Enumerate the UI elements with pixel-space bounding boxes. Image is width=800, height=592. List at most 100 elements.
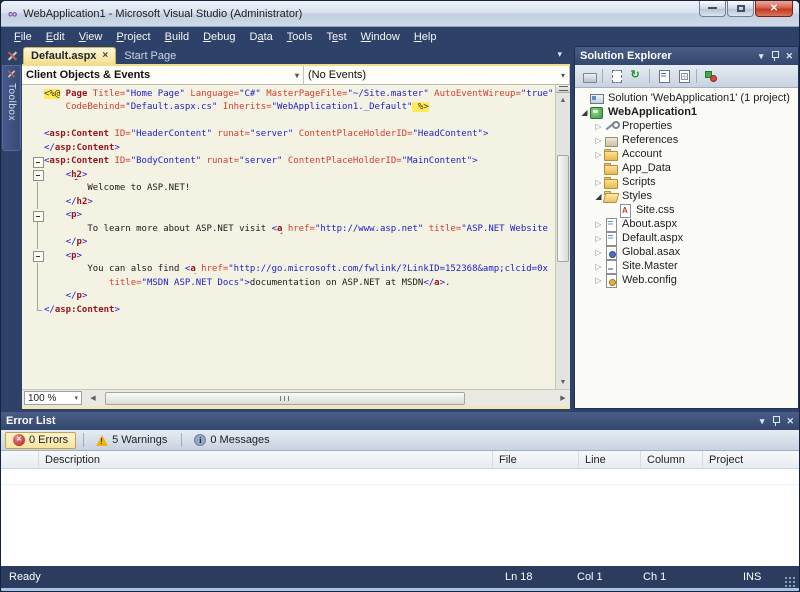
vertical-scrollbar[interactable]: ▲ ▼ bbox=[555, 85, 570, 389]
expand-arrow-icon[interactable]: ▷ bbox=[593, 150, 604, 159]
column-header-line[interactable]: Line bbox=[579, 451, 641, 468]
filter-label: 0 Errors bbox=[29, 434, 68, 446]
expand-arrow-icon[interactable]: ▷ bbox=[593, 220, 604, 229]
tree-item-solution-webapplication1-1-project[interactable]: Solution 'WebApplication1' (1 project) bbox=[575, 91, 798, 105]
close-button[interactable]: ✕ bbox=[755, 1, 793, 17]
tab-start-page[interactable]: Start Page bbox=[117, 47, 183, 64]
chevron-down-icon: ▾ bbox=[74, 394, 78, 402]
minimize-button[interactable] bbox=[699, 1, 726, 17]
column-header-desc[interactable]: Description bbox=[39, 451, 493, 468]
expand-arrow-icon[interactable]: ▷ bbox=[593, 262, 604, 271]
refresh-button[interactable] bbox=[626, 67, 646, 85]
toolbox-tab[interactable]: Toolbox bbox=[2, 65, 21, 151]
window-position-icon[interactable]: ▾ bbox=[759, 51, 764, 62]
menu-build[interactable]: Build bbox=[158, 29, 196, 45]
warnings-filter-button[interactable]: 5 Warnings bbox=[89, 432, 174, 449]
code-text: CodeBehind="Default.aspx.cs" Inherits="W… bbox=[44, 102, 429, 112]
filter-label: 5 Warnings bbox=[112, 434, 167, 446]
event-dropdown-value: (No Events) bbox=[308, 69, 366, 81]
error-list-title-bar[interactable]: Error List ▾ ✕ bbox=[1, 412, 799, 430]
close-icon[interactable]: ✕ bbox=[786, 416, 794, 427]
expand-arrow-icon[interactable]: ▷ bbox=[593, 234, 604, 243]
collapse-arrow-icon[interactable]: ◢ bbox=[593, 192, 604, 201]
messages-filter-button[interactable]: 0 Messages bbox=[187, 432, 276, 449]
code-button[interactable] bbox=[653, 67, 673, 85]
horizontal-scroll-thumb[interactable] bbox=[105, 392, 465, 405]
outline-marker[interactable] bbox=[31, 155, 44, 169]
errors-filter-button[interactable]: 0 Errors bbox=[5, 432, 76, 449]
expand-arrow-icon[interactable]: ▷ bbox=[593, 248, 604, 257]
scroll-up-icon[interactable]: ▲ bbox=[556, 93, 570, 107]
horizontal-scrollbar[interactable]: ◀ ▶ bbox=[86, 390, 570, 406]
menu-test[interactable]: Test bbox=[319, 29, 353, 45]
folder-button[interactable] bbox=[579, 67, 599, 85]
minimize-icon bbox=[708, 6, 717, 9]
column-header-file[interactable]: File bbox=[493, 451, 579, 468]
menu-project[interactable]: Project bbox=[109, 29, 157, 45]
close-icon[interactable]: × bbox=[102, 51, 108, 61]
expand-arrow-icon[interactable]: ▷ bbox=[593, 178, 604, 187]
diagram-button[interactable] bbox=[700, 67, 720, 85]
title-bar[interactable]: ∞ WebApplication1 - Microsoft Visual Stu… bbox=[1, 1, 799, 27]
code-line bbox=[22, 317, 555, 331]
window-controls: ✕ bbox=[698, 1, 793, 17]
designer-button[interactable] bbox=[673, 67, 693, 85]
column-header-proj[interactable]: Project bbox=[703, 451, 799, 468]
menu-debug[interactable]: Debug bbox=[196, 29, 242, 45]
tree-item-webapplication1[interactable]: ◢WebApplication1 bbox=[575, 105, 798, 119]
indicator-margin bbox=[22, 249, 31, 263]
outline-marker[interactable] bbox=[31, 209, 44, 223]
expand-arrow-icon[interactable]: ▷ bbox=[593, 136, 604, 145]
auto-hide-pin-icon[interactable] bbox=[771, 51, 778, 61]
resize-grip[interactable] bbox=[783, 575, 796, 588]
menu-data[interactable]: Data bbox=[243, 29, 280, 45]
event-dropdown[interactable]: (No Events) ▾ bbox=[304, 66, 570, 84]
outline-marker[interactable] bbox=[31, 249, 44, 263]
scroll-down-icon[interactable]: ▼ bbox=[556, 375, 570, 389]
expand-arrow-icon[interactable]: ▷ bbox=[593, 122, 604, 131]
expand-arrow-icon[interactable]: ▷ bbox=[593, 276, 604, 285]
tree-item-app-data[interactable]: App_Data bbox=[575, 161, 798, 175]
error-list-body[interactable] bbox=[1, 469, 799, 566]
menu-help[interactable]: Help bbox=[407, 29, 444, 45]
vertical-scroll-thumb[interactable] bbox=[557, 155, 569, 262]
collapse-arrow-icon[interactable]: ◢ bbox=[579, 108, 590, 117]
code-line bbox=[22, 114, 555, 128]
column-header-col[interactable]: Column bbox=[641, 451, 703, 468]
auto-hide-pin-icon[interactable] bbox=[772, 416, 779, 426]
maximize-button[interactable] bbox=[727, 1, 754, 17]
tab-list-dropdown-icon[interactable]: ▾ bbox=[557, 49, 562, 60]
files-button[interactable] bbox=[606, 67, 626, 85]
tree-item-about-aspx[interactable]: ▷About.aspx bbox=[575, 217, 798, 231]
menu-edit[interactable]: Edit bbox=[39, 29, 72, 45]
tree-item-references[interactable]: ▷References bbox=[575, 133, 798, 147]
tab-default-aspx[interactable]: Default.aspx× bbox=[23, 47, 116, 64]
tree-item-properties[interactable]: ▷Properties bbox=[575, 119, 798, 133]
menu-tools[interactable]: Tools bbox=[280, 29, 320, 45]
code-line: <%@ Page Title="Home Page" Language="C#"… bbox=[22, 87, 555, 101]
tree-item-site-css[interactable]: Site.css bbox=[575, 203, 798, 217]
window-position-icon[interactable]: ▾ bbox=[760, 416, 765, 427]
diagram-icon bbox=[704, 70, 717, 82]
menu-file[interactable]: File bbox=[7, 29, 39, 45]
tree-item-site-master[interactable]: ▷Site.Master bbox=[575, 259, 798, 273]
tree-item-web-config[interactable]: ▷Web.config bbox=[575, 273, 798, 287]
solution-explorer-title-bar[interactable]: Solution Explorer ▾ ✕ bbox=[575, 47, 798, 65]
tree-item-global-asax[interactable]: ▷Global.asax bbox=[575, 245, 798, 259]
scroll-left-icon[interactable]: ◀ bbox=[86, 394, 100, 402]
editor-splitter-handle[interactable] bbox=[556, 85, 570, 93]
outline-marker bbox=[31, 290, 44, 304]
outline-marker[interactable] bbox=[31, 168, 44, 182]
scroll-right-icon[interactable]: ▶ bbox=[556, 394, 570, 402]
tree-item-styles[interactable]: ◢Styles bbox=[575, 189, 798, 203]
tree-item-scripts[interactable]: ▷Scripts bbox=[575, 175, 798, 189]
tree-item-account[interactable]: ▷Account bbox=[575, 147, 798, 161]
column-header-label: File bbox=[499, 454, 517, 466]
menu-view[interactable]: View bbox=[72, 29, 110, 45]
tree-item-default-aspx[interactable]: ▷Default.aspx bbox=[575, 231, 798, 245]
object-dropdown[interactable]: Client Objects & Events ▾ bbox=[22, 66, 304, 84]
zoom-dropdown[interactable]: 100 % ▾ bbox=[24, 391, 82, 405]
menu-window[interactable]: Window bbox=[354, 29, 407, 45]
code-editor[interactable]: <%@ Page Title="Home Page" Language="C#"… bbox=[22, 85, 555, 389]
close-icon[interactable]: ✕ bbox=[785, 51, 793, 62]
